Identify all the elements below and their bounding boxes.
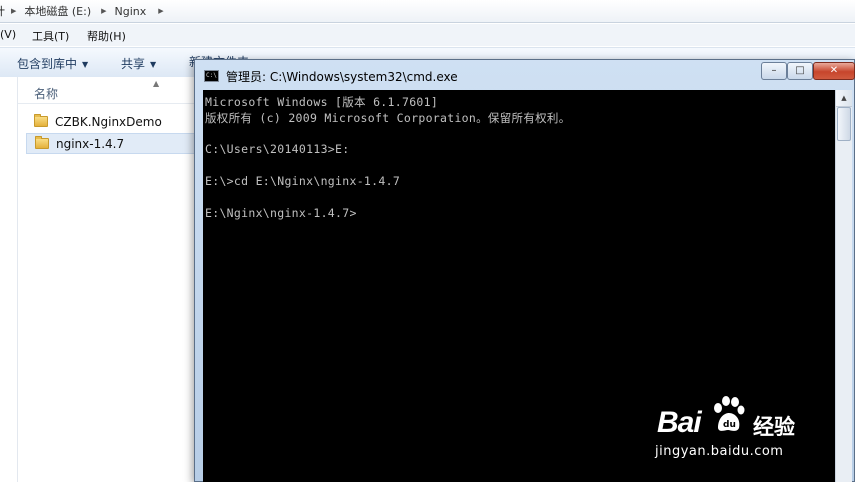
breadcrumb-separator-icon: ▶ <box>11 7 17 15</box>
watermark-jingyan-text: 经验 <box>753 415 795 439</box>
address-lead: 计 <box>0 3 5 19</box>
scroll-thumb[interactable] <box>837 107 851 141</box>
vertical-scrollbar[interactable]: ▲ <box>835 90 852 482</box>
share-label: 共享 <box>121 57 146 71</box>
maximize-button[interactable]: □ <box>787 62 813 80</box>
menu-bar: (V) 工具(T) 帮助(H) <box>0 24 855 46</box>
chevron-down-icon: ▼ <box>82 60 89 69</box>
file-name: nginx-1.4.7 <box>56 137 125 151</box>
scroll-up-icon[interactable]: ▲ <box>836 90 852 107</box>
folder-icon <box>35 136 49 149</box>
list-item[interactable]: CZBK.NginxDemo <box>26 112 201 133</box>
window-title: 管理员: C:\Windows\system32\cmd.exe <box>226 70 458 84</box>
watermark-logo-text: Bai <box>657 406 702 439</box>
include-in-library-button[interactable]: 包含到库中 ▼ <box>17 55 88 72</box>
sort-arrow-icon: ▲ <box>153 79 160 88</box>
menu-tools[interactable]: 工具(T) <box>32 28 69 44</box>
column-header-label: 名称 <box>34 87 59 101</box>
minimize-button[interactable]: – <box>761 62 787 80</box>
baidu-jingyan-watermark: Bai du 经验 jingyan.baidu.com <box>655 388 815 468</box>
console-line: C:\Users\20140113>E: <box>205 142 350 156</box>
close-button[interactable]: ✕ <box>813 62 855 80</box>
console-line: E:\Nginx\nginx-1.4.7> <box>205 206 357 220</box>
console-line: E:\>cd E:\Nginx\nginx-1.4.7 <box>205 174 401 188</box>
console-line: Microsoft Windows [版本 6.1.7601] <box>205 95 439 109</box>
breadcrumb-item-nginx[interactable]: Nginx <box>115 5 147 18</box>
file-name: CZBK.NginxDemo <box>55 115 162 129</box>
watermark-url: jingyan.baidu.com <box>655 444 784 459</box>
include-in-library-label: 包含到库中 <box>17 57 78 71</box>
column-header-name[interactable]: 名称 ▲ <box>18 77 204 104</box>
breadcrumb-separator-icon: ▶ <box>101 7 107 15</box>
share-button[interactable]: 共享 ▼ <box>121 55 156 72</box>
cmd-icon: C:\ <box>204 70 219 82</box>
list-item[interactable]: nginx-1.4.7 <box>26 133 201 154</box>
console-line: 版权所有 (c) 2009 Microsoft Corporation。保留所有… <box>205 111 571 125</box>
menu-help[interactable]: 帮助(H) <box>87 28 126 44</box>
svg-text:du: du <box>723 420 736 430</box>
menu-view[interactable]: (V) <box>0 28 16 41</box>
paw-icon: du <box>714 396 745 431</box>
folder-icon <box>34 114 48 127</box>
breadcrumb-item-drive[interactable]: 本地磁盘 (E:) <box>24 3 91 19</box>
chevron-down-icon: ▼ <box>150 60 157 69</box>
breadcrumb-separator-icon: ▶ <box>158 7 164 15</box>
address-bar[interactable]: 计 ▶ 本地磁盘 (E:) ▶ Nginx ▶ <box>0 0 855 23</box>
navigation-pane <box>0 77 18 482</box>
cmd-title-bar[interactable]: C:\ 管理员: C:\Windows\system32\cmd.exe – □… <box>195 60 855 90</box>
